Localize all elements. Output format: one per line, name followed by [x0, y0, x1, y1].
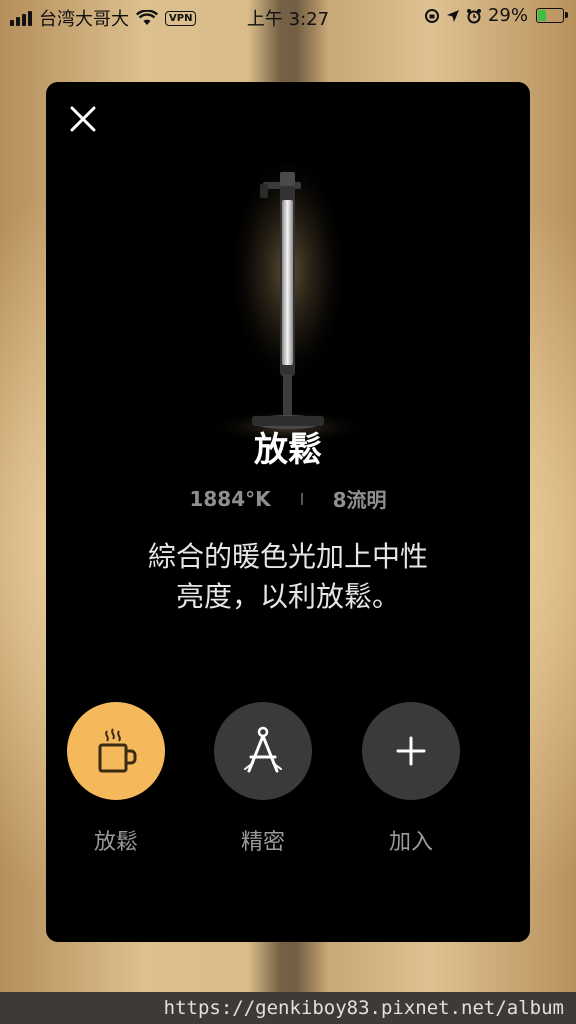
- mode-relax-circle[interactable]: [67, 702, 165, 800]
- compass-icon: [244, 726, 282, 773]
- mode-relax-label: 放鬆: [93, 830, 138, 855]
- mode-precise-button[interactable]: 精密: [213, 702, 313, 856]
- mode-specs: 1884°K 8流明: [46, 484, 530, 513]
- status-right: 29%: [424, 5, 568, 26]
- mode-title: 放鬆: [254, 430, 322, 470]
- battery-icon: [536, 8, 568, 23]
- coffee-cup-icon: [98, 728, 137, 773]
- mode-precise-circle[interactable]: [214, 702, 312, 800]
- specs-divider: [300, 492, 303, 505]
- description-line-2: 亮度，以利放鬆。: [175, 580, 400, 613]
- description-line-1: 綜合的暖色光加上中性: [147, 540, 428, 573]
- add-mode-circle[interactable]: [362, 702, 460, 800]
- mode-relax-button[interactable]: 放鬆: [66, 702, 166, 856]
- lock-rotation-icon: [424, 8, 439, 23]
- color-temperature: 1884°K: [189, 486, 271, 511]
- lamp-illustration: [208, 162, 368, 445]
- add-mode-label: 加入: [388, 830, 433, 855]
- alarm-icon: [466, 8, 481, 23]
- status-bar: 台湾大哥大 VPN 上午 3:27 29%: [0, 0, 576, 34]
- mode-description: 綜合的暖色光加上中性 亮度，以利放鬆。: [106, 537, 470, 617]
- watermark-bar: https://genkiboy83.pixnet.net/album: [0, 992, 576, 1024]
- mode-detail-card: 放鬆 1884°K 8流明 綜合的暖色光加上中性 亮度，以利放鬆。 放鬆 精密 …: [46, 82, 530, 942]
- battery-percent: 29%: [487, 5, 528, 26]
- brightness-value: 8流明: [332, 488, 387, 512]
- close-button[interactable]: [64, 100, 104, 140]
- plus-icon: [396, 736, 426, 766]
- close-icon: [70, 106, 96, 132]
- add-mode-button[interactable]: 加入: [361, 702, 461, 856]
- watermark-url: https://genkiboy83.pixnet.net/album: [163, 997, 564, 1019]
- mode-precise-label: 精密: [240, 830, 285, 855]
- location-icon: [446, 9, 459, 22]
